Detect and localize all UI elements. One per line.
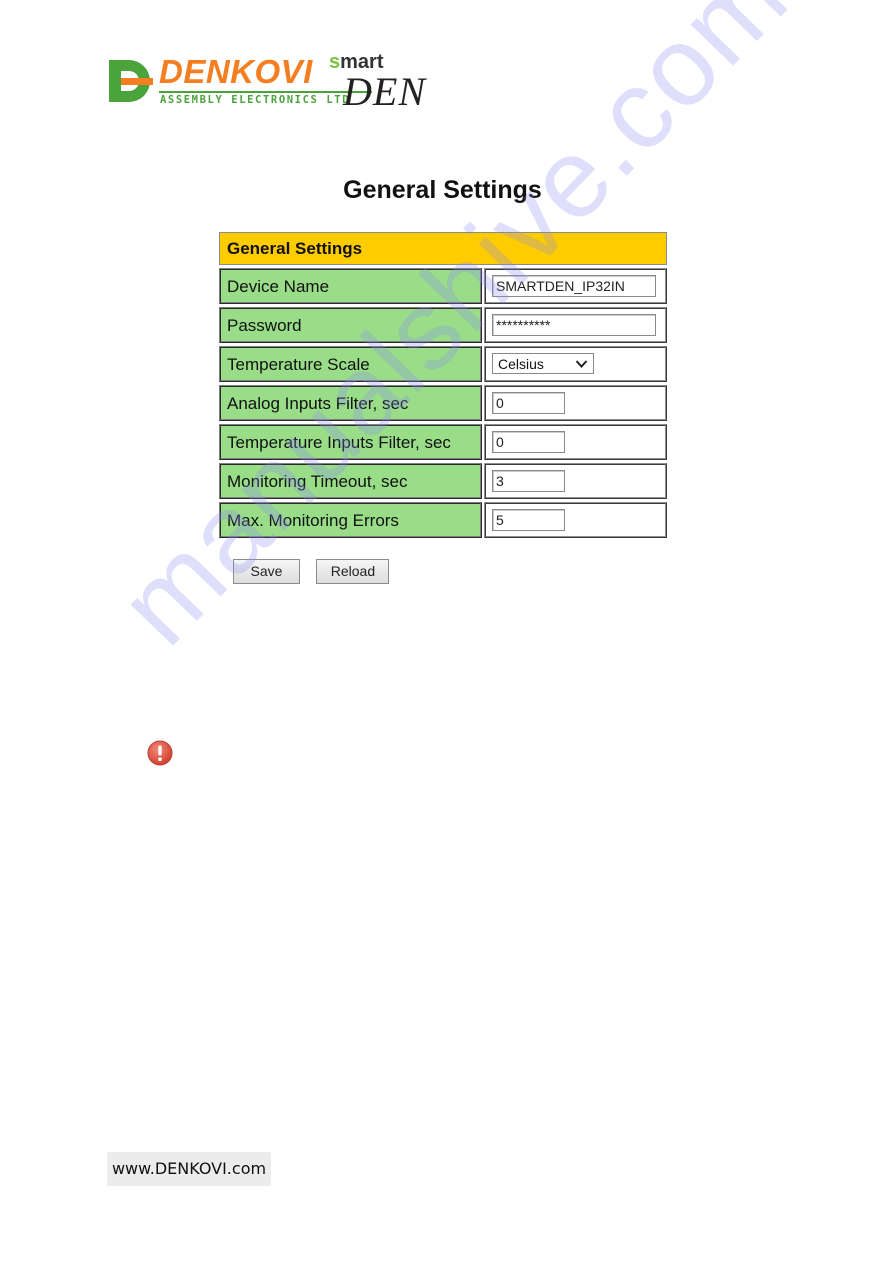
password-input[interactable]: [492, 314, 656, 336]
denkovi-d-logo-icon: [109, 60, 153, 102]
exclamation-circle-icon: [147, 740, 173, 766]
company-logo: DENKOVI ASSEMBLY ELECTRONICS LTD smart D…: [107, 51, 452, 114]
logo-subtitle: ASSEMBLY ELECTRONICS LTD: [160, 94, 351, 106]
device-name-input[interactable]: [492, 275, 656, 297]
temperature-scale-cell: Celsius: [484, 346, 667, 382]
save-button[interactable]: Save: [233, 559, 300, 584]
reload-button[interactable]: Reload: [316, 559, 390, 584]
monitoring-timeout-input[interactable]: [492, 470, 565, 492]
analog-filter-row: Analog Inputs Filter, sec: [219, 385, 667, 421]
device-name-label: Device Name: [219, 268, 482, 304]
general-settings-form: General Settings Device Name Password Te…: [219, 232, 667, 541]
monitoring-timeout-cell: [484, 463, 667, 499]
temperature-scale-select[interactable]: Celsius: [492, 353, 594, 374]
device-name-cell: [484, 268, 667, 304]
monitoring-timeout-label: Monitoring Timeout, sec: [219, 463, 482, 499]
max-monitoring-errors-label: Max. Monitoring Errors: [219, 502, 482, 538]
max-monitoring-errors-cell: [484, 502, 667, 538]
analog-filter-cell: [484, 385, 667, 421]
max-monitoring-errors-input[interactable]: [492, 509, 565, 531]
max-monitoring-errors-row: Max. Monitoring Errors: [219, 502, 667, 538]
temperature-filter-cell: [484, 424, 667, 460]
monitoring-timeout-row: Monitoring Timeout, sec: [219, 463, 667, 499]
settings-table-header: General Settings: [219, 232, 667, 265]
temperature-filter-row: Temperature Inputs Filter, sec: [219, 424, 667, 460]
smart-s: s: [329, 51, 341, 73]
temperature-filter-label: Temperature Inputs Filter, sec: [219, 424, 482, 460]
password-cell: [484, 307, 667, 343]
temperature-scale-row: Temperature Scale Celsius: [219, 346, 667, 382]
password-label: Password: [219, 307, 482, 343]
analog-filter-input[interactable]: [492, 392, 565, 414]
device-name-row: Device Name: [219, 268, 667, 304]
analog-filter-label: Analog Inputs Filter, sec: [219, 385, 482, 421]
password-row: Password: [219, 307, 667, 343]
temperature-scale-label: Temperature Scale: [219, 346, 482, 382]
page-title: General Settings: [343, 176, 542, 204]
chevron-down-icon: [575, 359, 588, 368]
temperature-filter-input[interactable]: [492, 431, 565, 453]
temperature-scale-selected: Celsius: [498, 355, 544, 372]
logo-brand-text: DENKOVI: [159, 53, 313, 90]
product-logo-den: DEN: [343, 69, 426, 114]
form-buttons: Save Reload: [233, 559, 401, 584]
footer-website: www.DENKOVI.com: [107, 1152, 271, 1186]
